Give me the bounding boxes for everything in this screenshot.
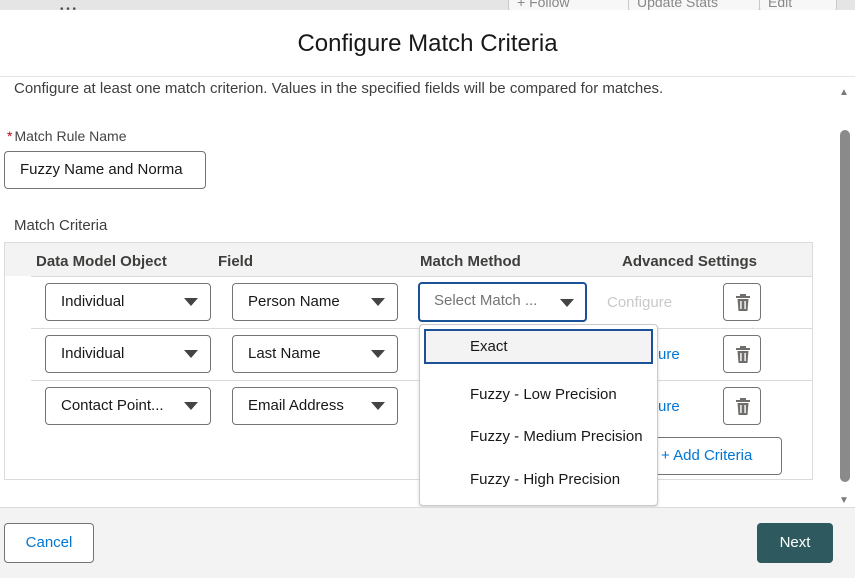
modal-scrollbar[interactable]: ▲ ▼ xyxy=(837,86,851,508)
field-select[interactable]: Person Name xyxy=(232,283,398,321)
configure-match-criteria-modal: Configure Match Criteria ▲ ▼ Configure a… xyxy=(0,10,855,578)
field-select[interactable]: Last Name xyxy=(232,335,398,373)
chevron-down-icon xyxy=(560,299,574,307)
select-value: Person Name xyxy=(248,293,340,310)
column-header-match-method: Match Method xyxy=(420,253,521,270)
data-model-object-select[interactable]: Individual xyxy=(45,283,211,321)
option-exact[interactable]: Exact xyxy=(424,329,653,364)
modal-header: Configure Match Criteria xyxy=(0,10,855,77)
modal-footer: Cancel Next xyxy=(0,507,855,578)
select-value: Contact Point... xyxy=(61,397,164,414)
scrollbar-thumb[interactable] xyxy=(840,130,850,482)
match-method-select[interactable]: Select Match ... xyxy=(418,282,587,322)
configure-link[interactable]: ure xyxy=(658,398,680,415)
row-divider xyxy=(31,276,812,277)
table-header-row: Data Model Object Field Match Method Adv… xyxy=(5,243,812,276)
scroll-up-icon[interactable]: ▲ xyxy=(837,86,851,100)
option-fuzzy-medium-precision[interactable]: Fuzzy - Medium Precision xyxy=(424,420,653,455)
field-select[interactable]: Email Address xyxy=(232,387,398,425)
select-value: Individual xyxy=(61,345,125,362)
configure-link-disabled: Configure xyxy=(607,294,673,311)
select-value: Individual xyxy=(61,293,125,310)
modal-title: Configure Match Criteria xyxy=(297,30,558,57)
chevron-down-icon xyxy=(184,298,198,306)
match-method-dropdown: Exact Fuzzy - Low Precision Fuzzy - Medi… xyxy=(419,324,658,506)
configure-link[interactable]: ure xyxy=(658,346,680,363)
column-header-advanced-settings: Advanced Settings xyxy=(622,253,758,270)
match-rule-name-label: * Match Rule Name xyxy=(7,128,127,144)
cancel-button[interactable]: Cancel xyxy=(4,523,94,563)
trash-icon xyxy=(736,398,750,415)
required-marker: * xyxy=(7,128,13,144)
chevron-down-icon xyxy=(371,402,385,410)
add-criteria-button[interactable]: + Add Criteria xyxy=(652,437,782,475)
match-rule-name-input[interactable]: Fuzzy Name and Norma xyxy=(4,151,206,189)
scroll-down-icon[interactable]: ▼ xyxy=(837,494,851,508)
chevron-down-icon xyxy=(371,350,385,358)
option-fuzzy-low-precision[interactable]: Fuzzy - Low Precision xyxy=(424,378,653,413)
select-value: Email Address xyxy=(248,397,344,414)
delete-criteria-button[interactable] xyxy=(723,283,761,321)
delete-criteria-button[interactable] xyxy=(723,335,761,373)
match-criteria-label: Match Criteria xyxy=(14,217,108,234)
column-header-data-model-object: Data Model Object xyxy=(36,253,167,270)
data-model-object-select[interactable]: Contact Point... xyxy=(45,387,211,425)
chevron-down-icon xyxy=(371,298,385,306)
delete-criteria-button[interactable] xyxy=(723,387,761,425)
column-header-field: Field xyxy=(218,253,254,270)
intro-text: Configure at least one match criterion. … xyxy=(14,80,664,97)
chevron-down-icon xyxy=(184,350,198,358)
trash-icon xyxy=(736,346,750,363)
trash-icon xyxy=(736,294,750,311)
select-value: Last Name xyxy=(248,345,321,362)
data-model-object-select[interactable]: Individual xyxy=(45,335,211,373)
match-rule-name-label-text: Match Rule Name xyxy=(14,128,127,144)
select-placeholder: Select Match ... xyxy=(434,292,538,309)
chevron-down-icon xyxy=(184,402,198,410)
option-fuzzy-high-precision[interactable]: Fuzzy - High Precision xyxy=(424,463,653,498)
next-button[interactable]: Next xyxy=(757,523,833,563)
